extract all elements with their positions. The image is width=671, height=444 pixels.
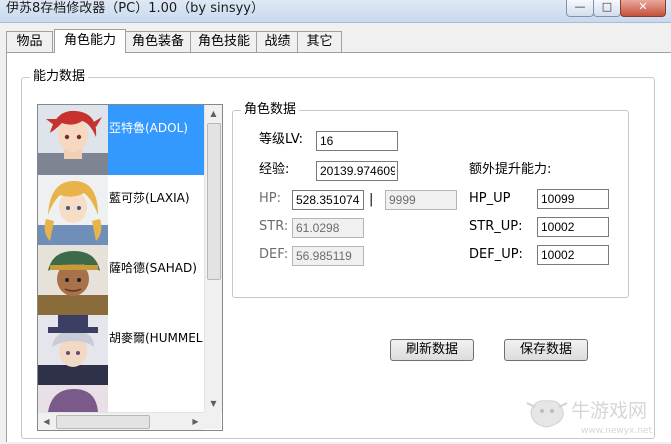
str-up-label: STR_UP:	[469, 219, 523, 234]
watermark-text: 牛游戏网	[571, 400, 647, 422]
window-title: 伊苏8存档修改器（PC）1.00（by sinsyy）	[6, 1, 264, 16]
list-item-hummel[interactable]: 胡麥爾(HUMMEL	[38, 315, 204, 385]
level-input[interactable]	[316, 131, 398, 151]
list-item-label-bg: 薩哈德(SAHAD)	[108, 245, 204, 315]
str-input[interactable]	[292, 218, 364, 238]
list-item-label-bg: 胡麥爾(HUMMEL	[108, 315, 204, 385]
exp-input[interactable]	[316, 161, 398, 181]
def-label: DEF:	[259, 247, 289, 262]
hp-separator: |	[369, 192, 374, 207]
tab-character-equipment[interactable]: 角色装备	[124, 31, 192, 52]
list-item-adol[interactable]: 亞特魯(ADOL)	[38, 105, 204, 175]
list-horizontal-scrollbar[interactable]: ◀ ▶	[38, 412, 204, 430]
tab-other[interactable]: 其它	[297, 31, 342, 52]
def-up-input[interactable]	[537, 245, 609, 265]
ability-data-title: 能力数据	[30, 69, 89, 85]
str-up-input[interactable]	[537, 217, 609, 237]
def-input[interactable]	[292, 246, 364, 266]
character-data-title: 角色数据	[241, 102, 300, 118]
character-name: 薩哈德(SAHAD)	[109, 261, 197, 275]
character-name: 胡麥爾(HUMMEL	[109, 331, 203, 345]
scroll-up-icon[interactable]: ▲	[205, 105, 222, 122]
list-item-sahad[interactable]: 薩哈德(SAHAD)	[38, 245, 204, 315]
list-item-laxia[interactable]: 藍可莎(LAXIA)	[38, 175, 204, 245]
close-icon: ✕	[638, 0, 648, 13]
close-button[interactable]: ✕	[620, 0, 666, 17]
hp-up-label: HP_UP	[469, 191, 511, 206]
sahad-portrait-icon	[38, 245, 108, 315]
horizontal-scroll-thumb[interactable]	[56, 415, 150, 429]
exp-label: 经验:	[259, 162, 290, 177]
maximize-icon: □	[601, 0, 613, 13]
hp-input[interactable]	[292, 190, 364, 210]
list-item-label-bg: 藍可莎(LAXIA)	[108, 175, 204, 245]
str-label: STR:	[259, 219, 289, 234]
list-item-label-bg: 亞特魯(ADOL)	[108, 105, 204, 175]
scroll-right-icon[interactable]: ▶	[187, 413, 204, 430]
scroll-left-icon[interactable]: ◀	[38, 413, 55, 430]
adol-portrait-icon	[38, 105, 108, 175]
scroll-down-icon[interactable]: ▼	[205, 395, 222, 412]
character-name: 藍可莎(LAXIA)	[109, 191, 190, 205]
save-data-button[interactable]: 保存数据	[504, 339, 588, 361]
extra-ability-label: 额外提升能力:	[469, 162, 552, 177]
watermark-logo-icon: 牛游戏网 www.newyx.net	[526, 400, 652, 436]
character-name: 亞特魯(ADOL)	[109, 121, 188, 135]
hp-up-input[interactable]	[537, 189, 609, 209]
minimize-button[interactable]: —	[566, 0, 594, 17]
hummel-portrait-icon	[38, 315, 108, 385]
laxia-portrait-icon	[38, 175, 108, 245]
partial-portrait-icon	[38, 385, 108, 412]
hp-label: HP:	[259, 191, 281, 206]
refresh-data-button[interactable]: 刷新数据	[390, 339, 474, 361]
hp-max-input	[385, 190, 457, 210]
tab-records[interactable]: 战绩	[256, 31, 299, 52]
def-up-label: DEF_UP:	[469, 247, 523, 262]
title-bar: 伊苏8存档修改器（PC）1.00（by sinsyy） — □ ✕	[0, 0, 671, 23]
level-label: 等级LV:	[259, 132, 304, 147]
tab-panel-character-ability: 能力数据 亞特魯(ADOL) 藍可莎(LAXIA) 薩哈德(SAHAD) 胡麥爾…	[6, 52, 671, 442]
tab-items[interactable]: 物品	[6, 31, 53, 52]
tab-character-skills[interactable]: 角色技能	[190, 31, 258, 52]
maximize-button[interactable]: □	[593, 0, 621, 17]
tab-character-ability[interactable]: 角色能力	[54, 29, 126, 53]
minimize-icon: —	[574, 0, 586, 13]
vertical-scroll-thumb[interactable]	[207, 123, 221, 280]
site-watermark: 牛游戏网 www.newyx.net	[525, 393, 671, 441]
list-item-partial[interactable]	[38, 385, 204, 412]
watermark-url: www.newyx.net	[581, 426, 652, 436]
scrollbar-corner	[204, 412, 221, 429]
character-list[interactable]: 亞特魯(ADOL) 藍可莎(LAXIA) 薩哈德(SAHAD) 胡麥爾(HUMM…	[37, 104, 223, 431]
list-vertical-scrollbar[interactable]: ▲ ▼	[204, 105, 222, 412]
